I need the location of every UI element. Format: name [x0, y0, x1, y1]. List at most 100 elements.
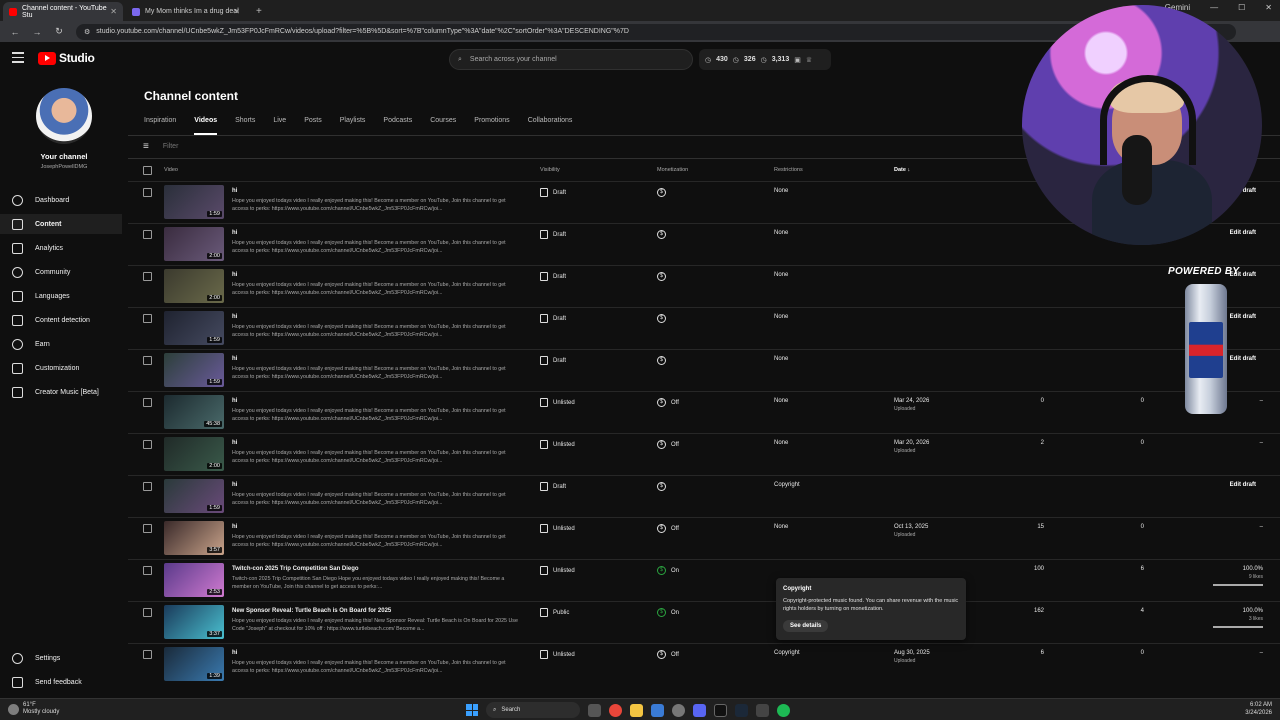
monetization-cell[interactable]: $ Off: [657, 650, 679, 659]
column-monetization[interactable]: Monetization: [657, 167, 688, 173]
row-checkbox[interactable]: [143, 524, 152, 533]
table-row[interactable]: 2:00 hi Hope you enjoyed todays video I re…: [128, 265, 1280, 307]
restrictions-cell[interactable]: None: [774, 524, 788, 530]
row-checkbox[interactable]: [143, 650, 152, 659]
row-checkbox[interactable]: [143, 482, 152, 491]
column-restrictions[interactable]: Restrictions: [774, 167, 803, 173]
capture-icon[interactable]: [756, 703, 769, 717]
column-date[interactable]: Date ↓: [894, 167, 910, 173]
extension-icon[interactable]: ▣: [794, 56, 801, 64]
monetization-cell[interactable]: $ On: [657, 608, 679, 617]
sidebar-item-feedback[interactable]: Send feedback: [0, 672, 122, 692]
monetization-cell[interactable]: $ Off: [657, 398, 679, 407]
filter-bar[interactable]: ≡ Filter: [143, 141, 178, 152]
row-checkbox[interactable]: [143, 608, 152, 617]
video-title[interactable]: hi: [232, 398, 237, 404]
restrictions-cell[interactable]: Copyright: [774, 482, 800, 488]
video-thumbnail[interactable]: 3:37: [164, 605, 224, 639]
table-row[interactable]: 3:57 hi Hope you enjoyed todays video I re…: [128, 517, 1280, 559]
video-thumbnail[interactable]: 1:59: [164, 311, 224, 345]
channel-search-input[interactable]: ⌕ Search across your channel: [449, 49, 693, 70]
video-thumbnail[interactable]: 2:00: [164, 227, 224, 261]
sidebar-item-creator-music-beta[interactable]: Creator Music [Beta]: [0, 382, 122, 402]
forward-icon[interactable]: →: [30, 27, 44, 37]
visibility-cell[interactable]: Draft: [540, 188, 566, 197]
discord-icon[interactable]: [693, 703, 706, 717]
browser-tab-video[interactable]: My Mom thinks Im a drug deal ✕: [126, 2, 246, 21]
close-tab-icon[interactable]: ✕: [233, 7, 240, 16]
table-row[interactable]: 2:00 hi Hope you enjoyed todays video I re…: [128, 433, 1280, 475]
tab-playlists[interactable]: Playlists: [340, 115, 366, 135]
video-title[interactable]: hi: [232, 440, 237, 446]
video-title[interactable]: hi: [232, 524, 237, 530]
channel-stats-widget[interactable]: ◷ 430 ◷ 326 ◷ 3,313 ▣ ♕: [699, 49, 831, 70]
edit-draft-button[interactable]: Edit draft: [1230, 482, 1256, 488]
monetization-cell[interactable]: $ Off: [657, 524, 679, 533]
monetization-cell[interactable]: $: [657, 188, 671, 197]
video-thumbnail[interactable]: 2:00: [164, 269, 224, 303]
visibility-cell[interactable]: Unlisted: [540, 650, 575, 659]
video-thumbnail[interactable]: 2:00: [164, 437, 224, 471]
app-icon[interactable]: [714, 703, 727, 717]
chrome-icon[interactable]: [609, 703, 622, 717]
monetization-cell[interactable]: $: [657, 272, 671, 281]
video-title[interactable]: hi: [232, 650, 237, 656]
sidebar-item-analytics[interactable]: Analytics: [0, 238, 122, 258]
browser-tab-studio[interactable]: Channel content - YouTube Stu ✕: [3, 2, 123, 21]
table-row[interactable]: 1:59 hi Hope you enjoyed todays video I re…: [128, 349, 1280, 391]
minimize-icon[interactable]: —: [1210, 3, 1218, 12]
site-info-icon[interactable]: ⚙: [84, 28, 90, 36]
see-details-button[interactable]: See details: [783, 619, 829, 632]
edit-draft-button[interactable]: Edit draft: [1230, 230, 1256, 236]
column-visibility[interactable]: Visibility: [540, 167, 560, 173]
file-explorer-icon[interactable]: [630, 703, 643, 717]
restrictions-cell[interactable]: Copyright: [774, 650, 800, 656]
restrictions-cell[interactable]: None: [774, 356, 788, 362]
row-checkbox[interactable]: [143, 230, 152, 239]
video-thumbnail[interactable]: 3:57: [164, 521, 224, 555]
restrictions-cell[interactable]: None: [774, 230, 788, 236]
sidebar-item-earn[interactable]: Earn: [0, 334, 122, 354]
video-thumbnail[interactable]: 1:59: [164, 185, 224, 219]
hamburger-menu-icon[interactable]: [12, 52, 24, 64]
reload-icon[interactable]: ↻: [52, 26, 66, 37]
close-tab-icon[interactable]: ✕: [110, 7, 117, 16]
download-icon[interactable]: [651, 703, 664, 717]
sidebar-item-content[interactable]: Content: [0, 214, 122, 234]
video-thumbnail[interactable]: 45:38: [164, 395, 224, 429]
monetization-cell[interactable]: $: [657, 230, 671, 239]
tab-promotions[interactable]: Promotions: [474, 115, 509, 135]
video-title[interactable]: hi: [232, 356, 237, 362]
table-row[interactable]: 1:39 hi Hope you enjoyed todays video I re…: [128, 643, 1280, 685]
monetization-cell[interactable]: $ On: [657, 566, 679, 575]
tab-posts[interactable]: Posts: [304, 115, 322, 135]
sidebar-item-community[interactable]: Community: [0, 262, 122, 282]
table-row[interactable]: 3:37 New Sponsor Reveal: Turtle Beach is …: [128, 601, 1280, 643]
table-row[interactable]: 1:59 hi Hope you enjoyed todays video I re…: [128, 307, 1280, 349]
row-checkbox[interactable]: [143, 314, 152, 323]
visibility-cell[interactable]: Public: [540, 608, 569, 617]
row-checkbox[interactable]: [143, 188, 152, 197]
steam-icon[interactable]: [735, 703, 748, 717]
monetization-cell[interactable]: $: [657, 314, 671, 323]
video-thumbnail[interactable]: 1:59: [164, 353, 224, 387]
visibility-cell[interactable]: Draft: [540, 482, 566, 491]
tab-courses[interactable]: Courses: [430, 115, 456, 135]
back-icon[interactable]: ←: [8, 27, 22, 37]
visibility-cell[interactable]: Draft: [540, 230, 566, 239]
restrictions-cell[interactable]: None: [774, 398, 788, 404]
visibility-cell[interactable]: Unlisted: [540, 524, 575, 533]
tab-podcasts[interactable]: Podcasts: [383, 115, 412, 135]
video-title[interactable]: hi: [232, 314, 237, 320]
close-window-icon[interactable]: ✕: [1265, 3, 1272, 12]
channel-avatar[interactable]: [36, 88, 92, 144]
visibility-cell[interactable]: Unlisted: [540, 566, 575, 575]
video-thumbnail[interactable]: 1:39: [164, 647, 224, 681]
sidebar-item-dashboard[interactable]: Dashboard: [0, 190, 122, 210]
restrictions-cell[interactable]: None: [774, 440, 788, 446]
trophy-icon[interactable]: ♕: [806, 56, 812, 64]
tab-videos[interactable]: Videos: [194, 115, 218, 135]
sidebar-item-content-detection[interactable]: Content detection: [0, 310, 122, 330]
video-title[interactable]: Twitch-con 2025 Trip Competition San Die…: [232, 566, 359, 572]
table-row[interactable]: 1:59 hi Hope you enjoyed todays video I re…: [128, 475, 1280, 517]
